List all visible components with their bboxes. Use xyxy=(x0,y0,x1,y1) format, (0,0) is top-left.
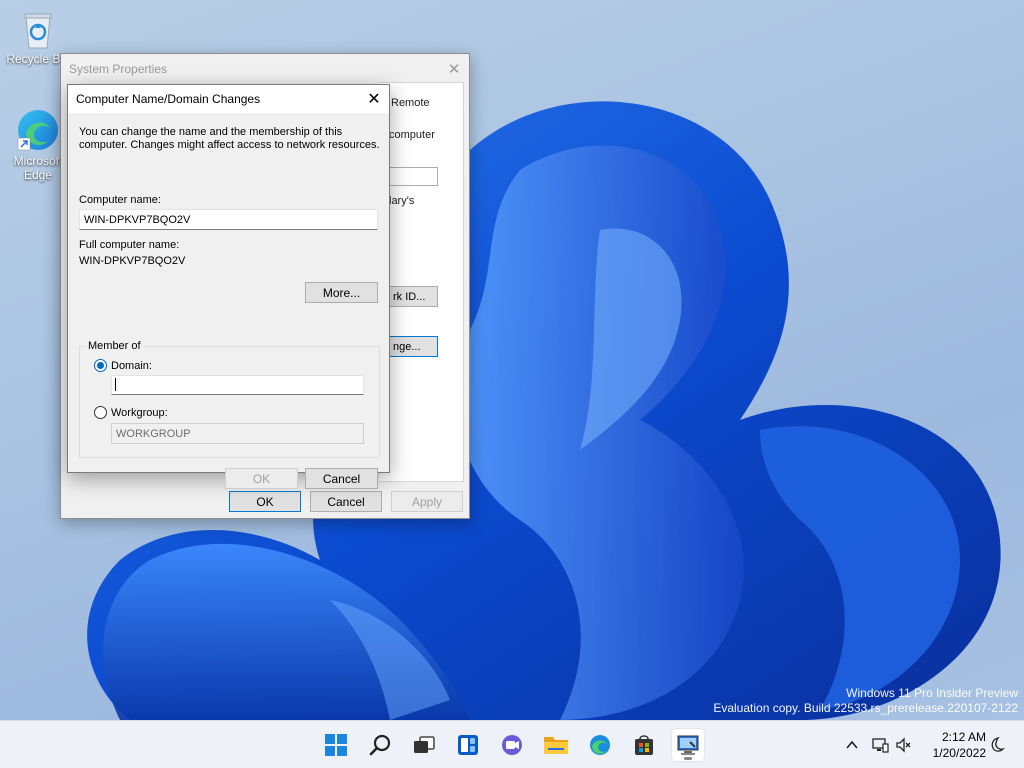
more-button[interactable]: More... xyxy=(305,282,378,303)
close-icon[interactable]: ✕ xyxy=(439,54,469,84)
description-field[interactable] xyxy=(386,167,438,186)
text-cursor xyxy=(115,378,116,391)
chat-icon xyxy=(502,735,522,755)
network-status-button[interactable] xyxy=(870,735,890,755)
lary-text-fragment: lary's xyxy=(389,195,415,207)
change-button[interactable]: nge... xyxy=(386,336,438,357)
workgroup-input[interactable]: WORKGROUP xyxy=(111,423,364,444)
workgroup-label: Workgroup: xyxy=(111,407,168,419)
dialog-ok-button[interactable]: OK xyxy=(225,468,298,489)
taskbar-clock[interactable]: 2:12 AM 1/20/2022 xyxy=(933,729,986,761)
computer-text-fragment: computer xyxy=(389,129,435,141)
chat-button[interactable] xyxy=(496,729,528,761)
folder-icon xyxy=(544,737,568,754)
store-icon xyxy=(635,735,653,755)
network-icon xyxy=(872,738,889,753)
dialog-body: You can change the name and the membersh… xyxy=(68,113,389,489)
member-of-label: Member of xyxy=(86,340,143,353)
sys-apply-button[interactable]: Apply xyxy=(391,491,463,512)
task-view-icon xyxy=(414,736,435,753)
domain-radio[interactable] xyxy=(94,359,107,372)
tab-remote[interactable]: Remote xyxy=(391,97,430,109)
computer-settings-icon xyxy=(677,735,699,755)
edge-taskbar-button[interactable] xyxy=(584,729,616,761)
volume-button[interactable] xyxy=(894,735,914,755)
dialog-title: Computer Name/Domain Changes xyxy=(68,85,389,113)
edge-icon xyxy=(590,735,610,755)
volume-muted-icon xyxy=(896,737,911,753)
recycle-bin-icon xyxy=(24,13,52,49)
windows-logo-icon xyxy=(325,734,347,756)
computer-name-dialog: Computer Name/Domain Changes ✕ You can c… xyxy=(67,84,390,489)
sys-cancel-button[interactable]: Cancel xyxy=(310,491,382,512)
desktop-icon-label: Microsoft Edge xyxy=(13,154,63,182)
tab-content-panel xyxy=(379,82,464,482)
search-icon xyxy=(369,734,391,756)
start-button[interactable] xyxy=(320,729,352,761)
chevron-up-icon xyxy=(846,740,858,749)
system-properties-title: System Properties xyxy=(69,62,168,76)
system-properties-taskbar-button[interactable] xyxy=(672,729,704,761)
network-id-button[interactable]: rk ID... xyxy=(386,286,438,307)
file-explorer-button[interactable] xyxy=(540,729,572,761)
widgets-button[interactable] xyxy=(452,729,484,761)
edge-icon xyxy=(17,110,58,151)
watermark-line-2: Evaluation copy. Build 22533.rs_prerelea… xyxy=(713,701,1018,715)
dialog-description-line-2: computer. Changes might affect access to… xyxy=(79,139,380,151)
task-view-button[interactable] xyxy=(408,729,440,761)
computer-name-input[interactable]: WIN-DPKVP7BQO2V xyxy=(79,209,378,230)
watermark-line-1: Windows 11 Pro Insider Preview xyxy=(846,686,1018,700)
workgroup-radio[interactable] xyxy=(94,406,107,419)
full-computer-name-value: WIN-DPKVP7BQO2V xyxy=(79,255,186,267)
computer-name-label: Computer name: xyxy=(79,194,161,206)
store-button[interactable] xyxy=(628,729,660,761)
full-computer-name-label: Full computer name: xyxy=(79,239,180,251)
search-button[interactable] xyxy=(364,729,396,761)
show-hidden-icons-button[interactable] xyxy=(842,735,862,755)
domain-label: Domain: xyxy=(111,360,152,372)
dialog-description-line-1: You can change the name and the membersh… xyxy=(79,126,343,138)
dialog-cancel-button[interactable]: Cancel xyxy=(305,468,378,489)
focus-assist-button[interactable] xyxy=(986,735,1006,755)
domain-input[interactable] xyxy=(111,375,364,395)
close-icon[interactable]: ✕ xyxy=(359,85,389,113)
moon-icon xyxy=(991,736,1005,752)
widgets-icon xyxy=(458,735,478,755)
clock-date: 1/20/2022 xyxy=(932,746,986,760)
taskbar: 2:12 AM 1/20/2022 xyxy=(0,720,1024,768)
evaluation-watermark: Windows 11 Pro Insider Preview Evaluatio… xyxy=(713,686,1018,716)
clock-time: 2:12 AM xyxy=(941,730,986,744)
sys-ok-button[interactable]: OK xyxy=(229,491,301,512)
